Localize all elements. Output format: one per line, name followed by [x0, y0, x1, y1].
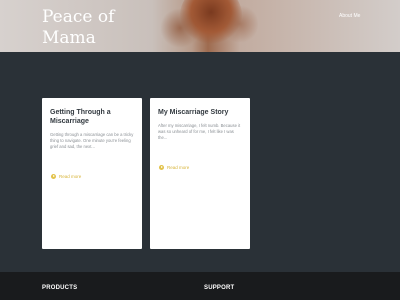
post-card[interactable]: My Miscarriage Story After my miscarriag… — [150, 98, 250, 249]
read-more-link[interactable]: Read more — [51, 174, 81, 179]
site-title[interactable]: Peace of Mama — [42, 7, 152, 49]
post-title[interactable]: Getting Through a Miscarriage — [50, 108, 134, 126]
read-more-label: Read more — [167, 165, 190, 170]
footer-heading-support: SUPPORT — [204, 285, 235, 291]
hero-photo-detail — [160, 8, 200, 48]
read-more-link[interactable]: Read more — [159, 165, 189, 170]
play-circle-icon — [51, 174, 56, 179]
post-card[interactable]: Getting Through a Miscarriage Getting th… — [42, 98, 142, 249]
post-excerpt: After my miscarriage, I felt numb. Becau… — [158, 123, 241, 140]
read-more-label: Read more — [59, 174, 82, 179]
footer-heading-products: PRODUCTS — [42, 285, 78, 291]
hero-header: Peace of Mama About Me — [0, 0, 400, 52]
site-footer: PRODUCTS SUPPORT — [0, 272, 400, 300]
nav-item-about-me[interactable]: About Me — [339, 13, 360, 19]
hero-photo-detail — [222, 4, 258, 44]
post-title[interactable]: My Miscarriage Story — [158, 108, 242, 117]
post-excerpt: Getting through a miscarriage can be a t… — [50, 132, 134, 149]
play-circle-icon — [159, 165, 164, 170]
